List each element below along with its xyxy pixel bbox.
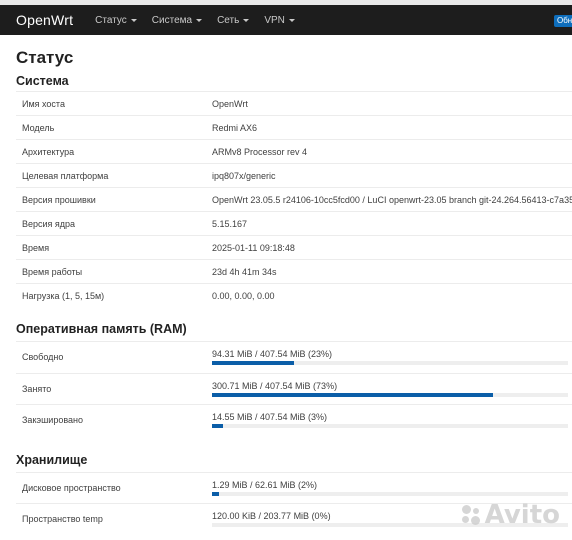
progress-cell: 300.71 MiB / 407.54 MiB (73%) (212, 381, 572, 397)
row-label: Архитектура (22, 146, 75, 157)
chevron-down-icon (288, 19, 295, 22)
progress-text: 94.31 MiB / 407.54 MiB (23%) (212, 349, 333, 360)
table-row: Нагрузка (1, 5, 15м) 0.00, 0.00, 0.00 (16, 283, 572, 307)
system-table: Имя хоста OpenWrt Модель Redmi AX6 Архит… (16, 91, 572, 307)
menu-network-label: Сеть (217, 14, 240, 26)
chevron-down-icon (130, 19, 137, 22)
row-value: 23d 4h 41m 34s (212, 266, 277, 277)
memory-table: Свободно 94.31 MiB / 407.54 MiB (23%) За… (16, 341, 572, 436)
avito-watermark: Avito (461, 500, 560, 530)
row-label: Дисковое пространство (22, 482, 121, 493)
page-title: Статус (16, 48, 74, 67)
progress-text: 300.71 MiB / 407.54 MiB (73%) (212, 380, 338, 391)
table-row: Занято 300.71 MiB / 407.54 MiB (73%) (16, 372, 572, 405)
row-value: ipq807x/generic (212, 170, 276, 181)
table-row: Свободно 94.31 MiB / 407.54 MiB (23%) (16, 341, 572, 373)
table-row: Версия прошивки OpenWrt 23.05.5 r24106-1… (16, 187, 572, 211)
row-value: OpenWrt 23.05.5 r24106-10cc5fcd00 / LuCI… (212, 194, 572, 205)
progress-fill (212, 361, 294, 366)
brand-logo[interactable]: OpenWrt (0, 12, 73, 28)
table-row: Целевая платформа ipq807x/generic (16, 163, 572, 187)
progress-text: 14.55 MiB / 407.54 MiB (3%) (212, 412, 328, 423)
menu-status[interactable]: Статус (95, 15, 137, 26)
row-value: ARMv8 Processor rev 4 (212, 146, 308, 157)
row-label: Имя хоста (22, 98, 65, 109)
row-value: 0.00, 0.00, 0.00 (212, 290, 275, 301)
progress-cell: 94.31 MiB / 407.54 MiB (23%) (212, 349, 572, 366)
watermark-text: Avito (484, 500, 560, 530)
table-row: Имя хоста OpenWrt (16, 91, 572, 115)
progress-fill (212, 491, 220, 496)
chevron-down-icon (196, 19, 203, 22)
progress-text: 1.29 MiB / 62.61 MiB (2%) (212, 479, 318, 490)
row-label: Свободно (22, 352, 64, 363)
section-title-memory: Оперативная память (RAM) (16, 322, 187, 336)
progress-bar (212, 424, 568, 429)
table-row: Архитектура ARMv8 Processor rev 4 (16, 139, 572, 163)
table-row: Время 2025-01-11 09:18:48 (16, 235, 572, 259)
main-content: Статус Система Имя хоста OpenWrt Модель … (0, 35, 572, 535)
row-label: Время работы (22, 266, 83, 277)
row-label: Целевая платформа (22, 170, 109, 181)
row-label: Пространство temp (22, 514, 103, 525)
navbar: OpenWrt Статус Система Сеть VPN Обн (0, 5, 572, 35)
row-label: Версия ядра (22, 218, 76, 229)
menu-vpn-label: VPN (264, 14, 285, 26)
row-label: Занято (22, 383, 52, 394)
menu-system-label: Система (151, 14, 193, 26)
chevron-down-icon (243, 19, 250, 22)
menu-vpn[interactable]: VPN (264, 15, 295, 26)
row-label: Нагрузка (1, 5, 15м) (22, 290, 105, 301)
progress-fill (212, 392, 494, 397)
menu-network[interactable]: Сеть (217, 14, 250, 26)
table-row: Время работы 23d 4h 41m 34s (16, 259, 572, 283)
section-title-system: Система (16, 74, 69, 88)
progress-cell: 14.55 MiB / 407.54 MiB (3%) (212, 412, 572, 429)
menu-system[interactable]: Система (151, 14, 203, 26)
main-menu: Статус Система Сеть VPN (95, 15, 310, 26)
row-value: OpenWrt (212, 98, 248, 109)
row-label: Время (22, 242, 50, 253)
refresh-button[interactable]: Обн (554, 15, 572, 27)
progress-bar (212, 361, 568, 366)
avito-logo-icon (461, 504, 481, 526)
progress-bar (212, 491, 568, 496)
row-label: Модель (22, 122, 55, 133)
row-label: Закэшировано (22, 415, 83, 426)
table-row: Версия ядра 5.15.167 (16, 211, 572, 235)
table-row: Закэшировано 14.55 MiB / 407.54 MiB (3%) (16, 404, 572, 436)
row-label: Версия прошивки (22, 194, 96, 205)
section-title-storage: Хранилище (16, 452, 88, 467)
table-row: Модель Redmi AX6 (16, 115, 572, 139)
progress-cell: 1.29 MiB / 62.61 MiB (2%) (212, 480, 572, 496)
row-value: Redmi AX6 (212, 122, 258, 133)
table-row: Дисковое пространство 1.29 MiB / 62.61 M… (16, 471, 572, 504)
row-value: 5.15.167 (212, 218, 248, 229)
menu-status-label: Статус (95, 14, 127, 26)
progress-bar (212, 392, 568, 397)
row-value: 2025-01-11 09:18:48 (212, 242, 295, 253)
progress-fill (212, 424, 223, 429)
